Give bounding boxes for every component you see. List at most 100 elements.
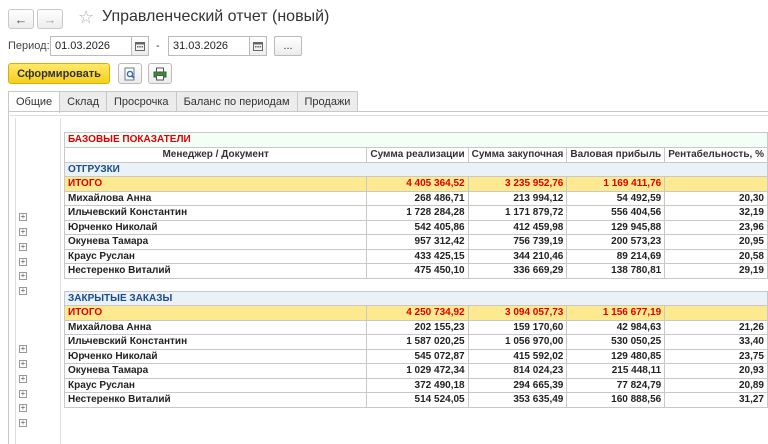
col-margin: Рентабельность, % <box>664 146 768 163</box>
total-label: ИТОГО <box>63 305 368 321</box>
table-row[interactable]: Михайлова Анна 268 486,71 213 994,12 54 492… <box>63 190 768 206</box>
date-to-input[interactable]: 31.03.2026 <box>168 36 250 56</box>
table-row[interactable]: Юрченко Николай 542 405,86 412 459,98 129 9… <box>63 219 768 235</box>
purchase-value: 415 592,02 <box>467 348 568 364</box>
manager-name: Юрченко Николай <box>63 219 368 235</box>
print-button[interactable] <box>148 63 172 84</box>
back-button[interactable]: ← <box>8 9 34 29</box>
table-row[interactable]: Окунева Тамара 957 312,42 756 739,19 200 57… <box>63 234 768 250</box>
margin-value: 20,93 <box>664 363 768 379</box>
manager-name: Окунева Тамара <box>63 363 368 379</box>
margin-value: 20,30 <box>664 190 768 206</box>
printer-icon <box>153 67 167 80</box>
profit-value: 89 214,69 <box>566 248 666 264</box>
table-row[interactable]: Нестеренко Виталий 514 524,05 353 635,49 16… <box>63 392 768 408</box>
calendar-to-button[interactable] <box>249 36 267 56</box>
tab-overdue[interactable]: Просрочка <box>106 91 177 112</box>
window-title: Управленческий отчет (новый) <box>102 8 330 25</box>
table-row[interactable]: Ильчевский Константин 1 587 020,25 1 056 9… <box>63 334 768 350</box>
calendar-icon <box>253 42 263 51</box>
manager-name: Ильчевский Константин <box>63 334 368 350</box>
margin-value: 20,95 <box>664 234 768 250</box>
preview-button[interactable] <box>118 63 142 84</box>
print-preview-icon <box>124 67 135 80</box>
manager-name: Нестеренко Виталий <box>63 263 368 279</box>
profit-value: 77 824,79 <box>566 377 666 393</box>
expand-toggle[interactable]: + <box>19 287 27 295</box>
col-sales: Сумма реализации <box>366 146 469 163</box>
profit-value: 54 492,59 <box>566 190 666 206</box>
purchase-value: 814 024,23 <box>467 363 568 379</box>
period-label: Период: <box>8 40 50 52</box>
table-row[interactable]: Ильчевский Константин 1 728 284,28 1 171 8… <box>63 205 768 221</box>
section-row: ОТГРУЗКИ <box>64 161 768 177</box>
star-icon[interactable]: ☆ <box>78 7 94 28</box>
expand-toggle[interactable]: + <box>19 258 27 266</box>
total-sales: 4 250 734,92 <box>366 305 469 321</box>
sales-value: 514 524,05 <box>366 392 469 408</box>
profit-value: 129 480,85 <box>566 348 666 364</box>
sales-value: 433 425,15 <box>366 248 469 264</box>
grid-line <box>10 115 768 116</box>
margin-value: 23,75 <box>664 348 768 364</box>
table-row[interactable]: Краус Руслан 372 490,18 294 665,39 77 824,7… <box>63 377 768 393</box>
expand-toggle[interactable]: + <box>19 228 27 236</box>
expand-toggle[interactable]: + <box>19 419 27 427</box>
margin-value: 31,27 <box>664 392 768 408</box>
margin-value: 20,89 <box>664 377 768 393</box>
table-row[interactable]: Юрченко Николай 545 072,87 415 592,02 129 4… <box>63 348 768 364</box>
generate-button[interactable]: Сформировать <box>8 63 110 84</box>
table-row[interactable]: Окунева Тамара 1 029 472,34 814 024,23 215 … <box>63 363 768 379</box>
period-select-button[interactable]: ... <box>274 36 302 56</box>
title-bar: ← → ☆ Управленческий отчет (новый) <box>0 0 768 34</box>
sales-value: 542 405,86 <box>366 219 469 235</box>
total-sales: 4 405 364,52 <box>366 176 469 192</box>
profit-value: 129 945,88 <box>566 219 666 235</box>
expand-toggle[interactable]: + <box>19 272 27 280</box>
tab-warehouse[interactable]: Склад <box>59 91 108 112</box>
expand-toggle[interactable]: + <box>19 375 27 383</box>
table-row[interactable]: Нестеренко Виталий 475 450,10 336 669,29 13… <box>63 263 768 279</box>
purchase-value: 1 171 879,72 <box>467 205 568 221</box>
col-purchase: Сумма закупочная <box>467 146 568 163</box>
profit-value: 556 404,56 <box>566 205 666 221</box>
sales-value: 545 072,87 <box>366 348 469 364</box>
section-row: ЗАКРЫТЫЕ ЗАКАЗЫ <box>64 290 768 306</box>
tab-general[interactable]: Общие <box>8 91 61 113</box>
purchase-value: 344 210,46 <box>467 248 568 264</box>
total-row: ИТОГО 4 250 734,92 3 094 057,73 1 156 67… <box>63 305 768 321</box>
purchase-value: 1 056 970,00 <box>467 334 568 350</box>
total-profit: 1 169 411,76 <box>566 176 666 192</box>
margin-value: 29,19 <box>664 263 768 279</box>
expand-toggle[interactable]: + <box>19 390 27 398</box>
sales-value: 1 728 284,28 <box>366 205 469 221</box>
profit-value: 530 050,25 <box>566 334 666 350</box>
expand-toggle[interactable]: + <box>19 345 27 353</box>
manager-name: Михайлова Анна <box>63 190 368 206</box>
tab-sales[interactable]: Продажи <box>296 91 359 112</box>
margin-value: 32,19 <box>664 205 768 221</box>
report-table: БАЗОВЫЕ ПОКАЗАТЕЛИ Менеджер / Документ С… <box>63 132 768 408</box>
profit-value: 160 888,56 <box>566 392 666 408</box>
date-from-input[interactable]: 01.03.2026 <box>50 36 132 56</box>
table-row[interactable]: Михайлова Анна 202 155,23 159 170,60 42 984… <box>63 319 768 335</box>
sales-value: 202 155,23 <box>366 319 469 335</box>
profit-value: 138 780,81 <box>566 263 666 279</box>
purchase-value: 294 665,39 <box>467 377 568 393</box>
total-purchase: 3 094 057,73 <box>467 305 568 321</box>
header-row: Менеджер / Документ Сумма реализации Сум… <box>63 146 768 163</box>
table-row[interactable]: Краус Руслан 433 425,15 344 210,46 89 214,6… <box>63 248 768 264</box>
expand-toggle[interactable]: + <box>19 404 27 412</box>
expand-toggle[interactable]: + <box>19 360 27 368</box>
total-profit: 1 156 677,19 <box>566 305 666 321</box>
tab-balance-periods[interactable]: Баланс по периодам <box>175 91 298 112</box>
forward-button[interactable]: → <box>37 9 63 29</box>
calendar-from-button[interactable] <box>131 36 149 56</box>
purchase-value: 336 669,29 <box>467 263 568 279</box>
manager-name: Ильчевский Константин <box>63 205 368 221</box>
sales-value: 957 312,42 <box>366 234 469 250</box>
expand-toggle[interactable]: + <box>19 213 27 221</box>
manager-name: Нестеренко Виталий <box>63 392 368 408</box>
report-title-row: БАЗОВЫЕ ПОКАЗАТЕЛИ <box>64 132 768 148</box>
expand-toggle[interactable]: + <box>19 243 27 251</box>
